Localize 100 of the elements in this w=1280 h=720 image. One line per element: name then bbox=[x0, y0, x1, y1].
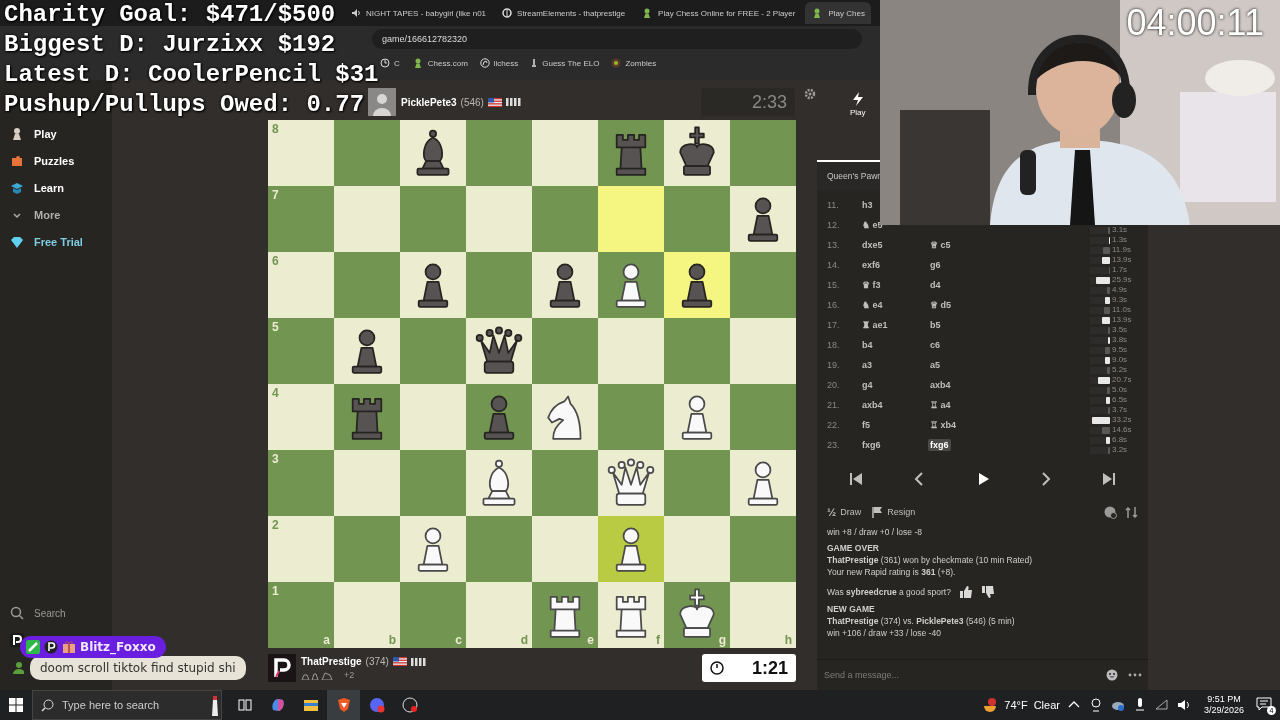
move-time: 3.8s bbox=[1112, 335, 1128, 345]
file-label: h bbox=[784, 633, 792, 647]
move-notation[interactable]: dxe5 bbox=[860, 239, 885, 251]
chat-bubble: doom scroll tiktok find stupid shi bbox=[30, 656, 246, 680]
move-notation[interactable]: fxg6 bbox=[860, 439, 883, 451]
clock-icon bbox=[380, 58, 390, 68]
rank-label: 8 bbox=[272, 122, 279, 136]
move-notation[interactable]: ♜ ae1 bbox=[860, 319, 890, 331]
flip-board-icon[interactable] bbox=[1125, 505, 1138, 519]
browser-tab[interactable]: Play Chess Online for FREE - 2 Player bbox=[635, 2, 802, 24]
thumbs-down-icon[interactable] bbox=[980, 585, 995, 599]
move-time: 9.3s bbox=[1112, 295, 1128, 305]
thumbs-up-icon[interactable] bbox=[958, 585, 973, 599]
windows-start-icon[interactable] bbox=[9, 698, 23, 712]
search-icon bbox=[41, 698, 54, 712]
material-advantage: +2 bbox=[344, 670, 355, 680]
move-time: 6.5s bbox=[1112, 395, 1128, 405]
bookmark-link[interactable]: C bbox=[394, 58, 400, 68]
move-time: 25.9s bbox=[1112, 275, 1132, 285]
bookmark-link[interactable]: Guess The ELO bbox=[542, 58, 600, 68]
move-notation[interactable]: axb4 bbox=[928, 379, 953, 391]
bookmark-link[interactable]: Chess.com bbox=[427, 58, 468, 68]
move-number: 23. bbox=[827, 440, 841, 450]
play-tab[interactable]: Play bbox=[850, 92, 866, 117]
sidebar-item[interactable]: Puzzles bbox=[0, 147, 112, 174]
signal-icon bbox=[505, 98, 522, 106]
browser-tab[interactable]: Play Ches bbox=[805, 2, 871, 24]
move-notation[interactable]: ♕ d5 bbox=[928, 299, 953, 311]
move-notation[interactable]: ♖ a4 bbox=[928, 399, 953, 411]
browser-tab[interactable]: StreamElements - thatprestige bbox=[496, 2, 632, 24]
move-notation[interactable]: exf6 bbox=[860, 259, 882, 271]
move-notation[interactable]: g6 bbox=[928, 259, 943, 271]
sidebar-item[interactable]: Learn bbox=[0, 174, 112, 201]
tab-title: NIGHT TAPES - babygirl (like n01 bbox=[366, 8, 487, 18]
address-field[interactable]: game/166612782320 bbox=[372, 29, 862, 49]
move-time: 11.0s bbox=[1112, 305, 1131, 315]
move-time: 1.3s bbox=[1112, 235, 1128, 245]
move-notation[interactable]: ♖ xb4 bbox=[928, 419, 958, 431]
task-view-icon[interactable] bbox=[236, 697, 253, 713]
bookmark-link[interactable]: Zombies bbox=[625, 58, 657, 68]
record-icon[interactable] bbox=[401, 697, 418, 713]
bookmark-link[interactable]: lichess bbox=[493, 58, 519, 68]
flag-outline-icon bbox=[871, 506, 884, 518]
message-field[interactable]: Send a message... bbox=[822, 669, 1096, 681]
move-time: 3.5s bbox=[1112, 325, 1128, 335]
move-notation[interactable]: b5 bbox=[928, 319, 943, 331]
rank-label: 7 bbox=[272, 188, 279, 202]
move-notation[interactable]: d4 bbox=[928, 279, 943, 291]
sword-icon bbox=[26, 640, 40, 654]
browser-tab[interactable]: NIGHT TAPES - babygirl (like n01 bbox=[345, 2, 493, 24]
move-notation[interactable]: g4 bbox=[860, 379, 875, 391]
more-icon[interactable] bbox=[1128, 673, 1142, 677]
move-time: 4.9s bbox=[1112, 285, 1128, 295]
move-notation[interactable]: h3 bbox=[860, 199, 875, 211]
folder-icon[interactable] bbox=[302, 697, 319, 713]
sidebar-item[interactable]: More bbox=[0, 201, 112, 228]
move-number: 22. bbox=[827, 420, 841, 430]
move-time: 5.0s bbox=[1112, 385, 1128, 395]
move-notation[interactable]: ♞ e4 bbox=[860, 299, 885, 311]
file-label: a bbox=[323, 633, 330, 647]
move-notation[interactable]: c6 bbox=[928, 339, 942, 351]
file-label: c bbox=[455, 633, 462, 647]
taskbar-search-field[interactable]: Type here to search bbox=[32, 690, 222, 720]
skip-back-icon bbox=[847, 471, 864, 487]
lion-shield-icon[interactable] bbox=[335, 697, 352, 713]
sidebar-search[interactable]: Search bbox=[0, 600, 112, 626]
move-notation[interactable]: ♕ c5 bbox=[928, 239, 953, 251]
player-rating: (546) bbox=[460, 96, 484, 108]
move-notation[interactable]: fxg6 bbox=[928, 439, 951, 451]
player-name[interactable]: PicklePete3 bbox=[401, 96, 457, 108]
settings-icon[interactable] bbox=[804, 88, 816, 100]
logo-icon bbox=[10, 633, 24, 647]
puzzle-icon bbox=[10, 153, 24, 168]
move-notation[interactable]: a3 bbox=[860, 359, 874, 371]
move-time: 20.7s bbox=[1112, 375, 1132, 385]
move-notation[interactable]: ♛ f3 bbox=[860, 279, 883, 291]
sidebar-item[interactable]: Play bbox=[0, 120, 112, 147]
move-notation[interactable]: b4 bbox=[860, 339, 875, 351]
move-number: 18. bbox=[827, 340, 841, 350]
move-time: 3.2s bbox=[1112, 445, 1128, 455]
sidebar-item[interactable]: Free Trial bbox=[0, 228, 112, 255]
resign-button[interactable]: Resign bbox=[871, 506, 916, 518]
draw-button[interactable]: ½ Draw bbox=[827, 506, 862, 518]
move-notation[interactable]: axb4 bbox=[860, 399, 885, 411]
move-notation[interactable]: f5 bbox=[860, 419, 872, 431]
chat-heading: NEW GAME bbox=[827, 603, 876, 615]
move-number: 19. bbox=[827, 360, 841, 370]
move-number: 13. bbox=[827, 240, 841, 250]
move-number: 21. bbox=[827, 400, 841, 410]
file-label: d bbox=[520, 633, 528, 647]
speaker-icon[interactable] bbox=[1175, 697, 1192, 713]
signal-icon bbox=[410, 657, 427, 666]
move-number: 20. bbox=[827, 380, 841, 390]
emoji-icon[interactable] bbox=[1106, 669, 1118, 681]
skip-forward-icon bbox=[1101, 471, 1118, 487]
taskbar-clock[interactable]: 9:51 PM 3/29/2026 bbox=[1203, 694, 1244, 716]
move-time: 3.7s bbox=[1112, 405, 1128, 415]
lighthouse-icon bbox=[209, 694, 221, 716]
move-notation[interactable]: a5 bbox=[928, 359, 942, 371]
player-name[interactable]: ThatPrestige bbox=[301, 656, 362, 667]
